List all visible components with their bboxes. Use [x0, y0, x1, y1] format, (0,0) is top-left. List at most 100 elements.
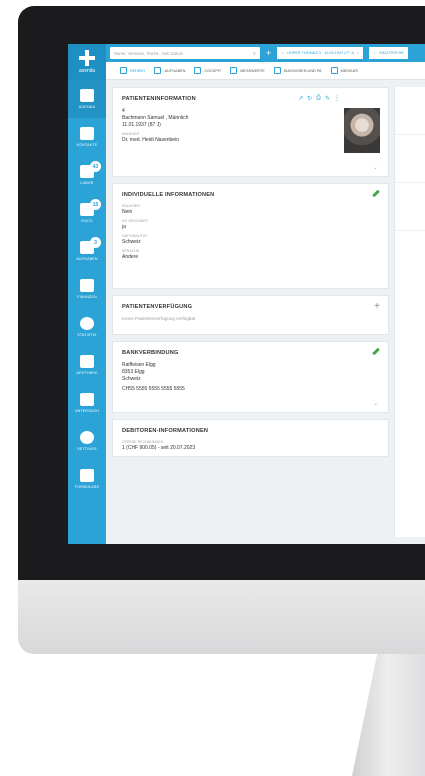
mandant-value: Dr. med. Heidi Nasenbein: [122, 137, 179, 143]
pie-chart-icon: [80, 317, 94, 330]
bank-name: Raiffeisen Elgg: [122, 362, 156, 368]
card-title: DEBITOREN-INFORMATIONEN: [122, 428, 209, 434]
patient-subtabs: PATIENT AUFGABEN COCKPIT MESSWERTE DIAGN…: [106, 62, 425, 80]
patient-card-icon: [120, 67, 127, 74]
field-value: Schweiz: [122, 239, 141, 245]
tab-patient[interactable]: PATIENT: [120, 67, 145, 74]
field-value: Andere: [122, 254, 139, 260]
logo-cross-icon: [79, 50, 95, 66]
sidebar-item-label: KONTAKTE: [76, 143, 98, 147]
patient-number: 4: [122, 108, 125, 114]
patient-info-card: PATIENTENINFORMATION ↗ ↻ ⎙ ✎ ⋮ 4 Bachman…: [112, 87, 389, 177]
pill-icon: [330, 67, 338, 74]
more-icon[interactable]: ⋮: [334, 95, 340, 102]
top-bar: Name, Vorname, Pat.Nr., Geb.Datum ⚲ + ♂ …: [106, 44, 425, 62]
patient-name: Bachmann Samuel , Männlich: [122, 115, 189, 121]
app-screen: axenita AGENDA KONTAKTE 43 LABOR 15 DOCS: [68, 44, 425, 544]
patient-search-input[interactable]: Name, Vorname, Pat.Nr., Geb.Datum ⚲: [110, 47, 260, 59]
sidebar-item-aufgaben[interactable]: 3 AUFGABEN: [68, 232, 106, 270]
sidebar-item-label: AGENDA: [78, 105, 96, 109]
disposition-card: PATIENTENVERFÜGUNG + Keine Patientenverf…: [112, 295, 389, 335]
calendar-icon: [80, 89, 94, 102]
task-icon: [154, 67, 162, 74]
card-actions: ↗ ↻ ⎙ ✎ ⋮: [298, 95, 340, 102]
sidebar-item-settings[interactable]: SETTINGS: [68, 422, 106, 460]
bank-city: 8353 Elgg: [122, 369, 145, 375]
print-icon[interactable]: ⎙: [316, 95, 321, 102]
open-patient-tab[interactable]: ♀ GÄCHTER HE: [369, 47, 408, 59]
sidebar-item-label: AUFGABEN: [76, 257, 98, 261]
sidebar-item-agenda[interactable]: AGENDA: [68, 80, 106, 118]
open-tab-label: HOPER THOMAS 3 . 10.03.1947 (77 J): [287, 51, 354, 55]
tab-messwerte[interactable]: MESSWERTE: [230, 67, 265, 74]
individual-info-card: INDIVIDUELLE INFORMATIONEN RAUCHER Nein …: [112, 183, 389, 289]
monitor-chin: [18, 580, 425, 654]
tab-label: MESSWERTE: [240, 68, 265, 73]
aufgaben-count-badge: 3: [90, 237, 101, 248]
chevron-down-icon[interactable]: ⌄: [373, 400, 378, 407]
refresh-icon[interactable]: ↻: [307, 95, 312, 102]
sidebar-item-apotheke[interactable]: APOTHEKE: [68, 346, 106, 384]
tab-label: COCKPIT: [204, 68, 222, 73]
patient-content: PATIENTENINFORMATION ↗ ↻ ⎙ ✎ ⋮ 4 Bachman…: [112, 87, 389, 463]
sidebar-item-label: FINANZEN: [77, 295, 97, 299]
right-panel-card: [395, 135, 425, 183]
patient-birth: 11.01.1937 (87 J): [122, 122, 161, 128]
card-title: PATIENTENVERFÜGUNG: [122, 304, 193, 310]
sidebar-item-labor[interactable]: 43 LABOR: [68, 156, 106, 194]
app-logo[interactable]: axenita: [68, 44, 106, 80]
sidebar-item-label: DOCS: [81, 219, 93, 223]
right-panel-card: [395, 183, 425, 231]
tab-aufgaben[interactable]: AUFGABEN: [154, 67, 185, 74]
tab-label: MEDIKATI: [340, 68, 359, 73]
measure-icon: [230, 67, 238, 74]
right-panel: [394, 87, 425, 537]
pulse-icon: [80, 393, 94, 406]
coins-icon: [80, 279, 94, 292]
bank-iban: CH55 5555 5555 5555 5555: [122, 386, 185, 392]
field-value: ja: [122, 224, 126, 230]
empty-state-text: Keine Patientenverfügung verfügbar: [122, 316, 196, 321]
open-tab-label: GÄCHTER HE: [379, 51, 404, 55]
card-title: INDIVIDUELLE INFORMATIONEN: [122, 192, 215, 198]
tab-medikation[interactable]: MEDIKATI: [330, 67, 359, 74]
card-title: PATIENTENINFORMATION: [122, 96, 196, 102]
female-icon: ♀: [373, 51, 377, 55]
sidebar-item-label: FORMULARE: [74, 485, 100, 489]
sidebar-item-formulare[interactable]: FORMULARE: [68, 460, 106, 498]
docs-count-badge: 15: [90, 199, 101, 210]
sidebar-item-label: SETTINGS: [77, 447, 97, 451]
sidebar-item-kontakte[interactable]: KONTAKTE: [68, 118, 106, 156]
add-tab-icon[interactable]: +: [266, 48, 271, 58]
pharmacy-cross-icon: [80, 355, 94, 368]
card-title: BANKVERBINDUNG: [122, 350, 179, 356]
tab-label: PATIENT: [130, 68, 146, 73]
bank-country: Schweiz: [122, 376, 141, 382]
add-disposition-button[interactable]: +: [374, 301, 380, 312]
edit-icon[interactable]: ✎: [325, 95, 330, 102]
external-link-icon[interactable]: ↗: [298, 95, 303, 102]
right-panel-card: [395, 87, 425, 135]
bank-card: BANKVERBINDUNG Raiffeisen Elgg 8353 Elgg…: [112, 341, 389, 413]
chevron-down-icon[interactable]: ⌄: [373, 164, 378, 171]
monitor-bezel: axenita AGENDA KONTAKTE 43 LABOR 15 DOCS: [18, 6, 425, 580]
tab-label: AUFGABEN: [164, 68, 186, 73]
open-patient-tab[interactable]: ♂ HOPER THOMAS 3 . 10.03.1947 (77 J) ×: [277, 47, 364, 59]
labor-count-badge: 43: [90, 161, 101, 172]
sidebar-item-statistik[interactable]: STATISTIK: [68, 308, 106, 346]
tab-cockpit[interactable]: COCKPIT: [194, 67, 221, 74]
sidebar-item-label: APOTHEKE: [76, 371, 98, 375]
tab-diagnosen[interactable]: DIAGNOSEN UND PA: [273, 67, 322, 74]
open-invoices-value: 1 (CHF 900.05) - seit 20.07.2023: [122, 445, 196, 451]
close-icon[interactable]: ×: [357, 51, 359, 55]
search-placeholder: Name, Vorname, Pat.Nr., Geb.Datum: [114, 50, 184, 56]
sidebar-item-docs[interactable]: 15 DOCS: [68, 194, 106, 232]
form-pen-icon: [80, 469, 94, 482]
logo-text: axenita: [78, 68, 96, 74]
sidebar-item-label: STATISTIK: [77, 333, 97, 337]
patient-photo[interactable]: [344, 108, 380, 153]
sidebar-item-finanzen[interactable]: FINANZEN: [68, 270, 106, 308]
contacts-icon: [80, 127, 94, 140]
sidebar-item-untersuch[interactable]: UNTERSUCH: [68, 384, 106, 422]
tab-label: DIAGNOSEN UND PA: [283, 68, 322, 73]
